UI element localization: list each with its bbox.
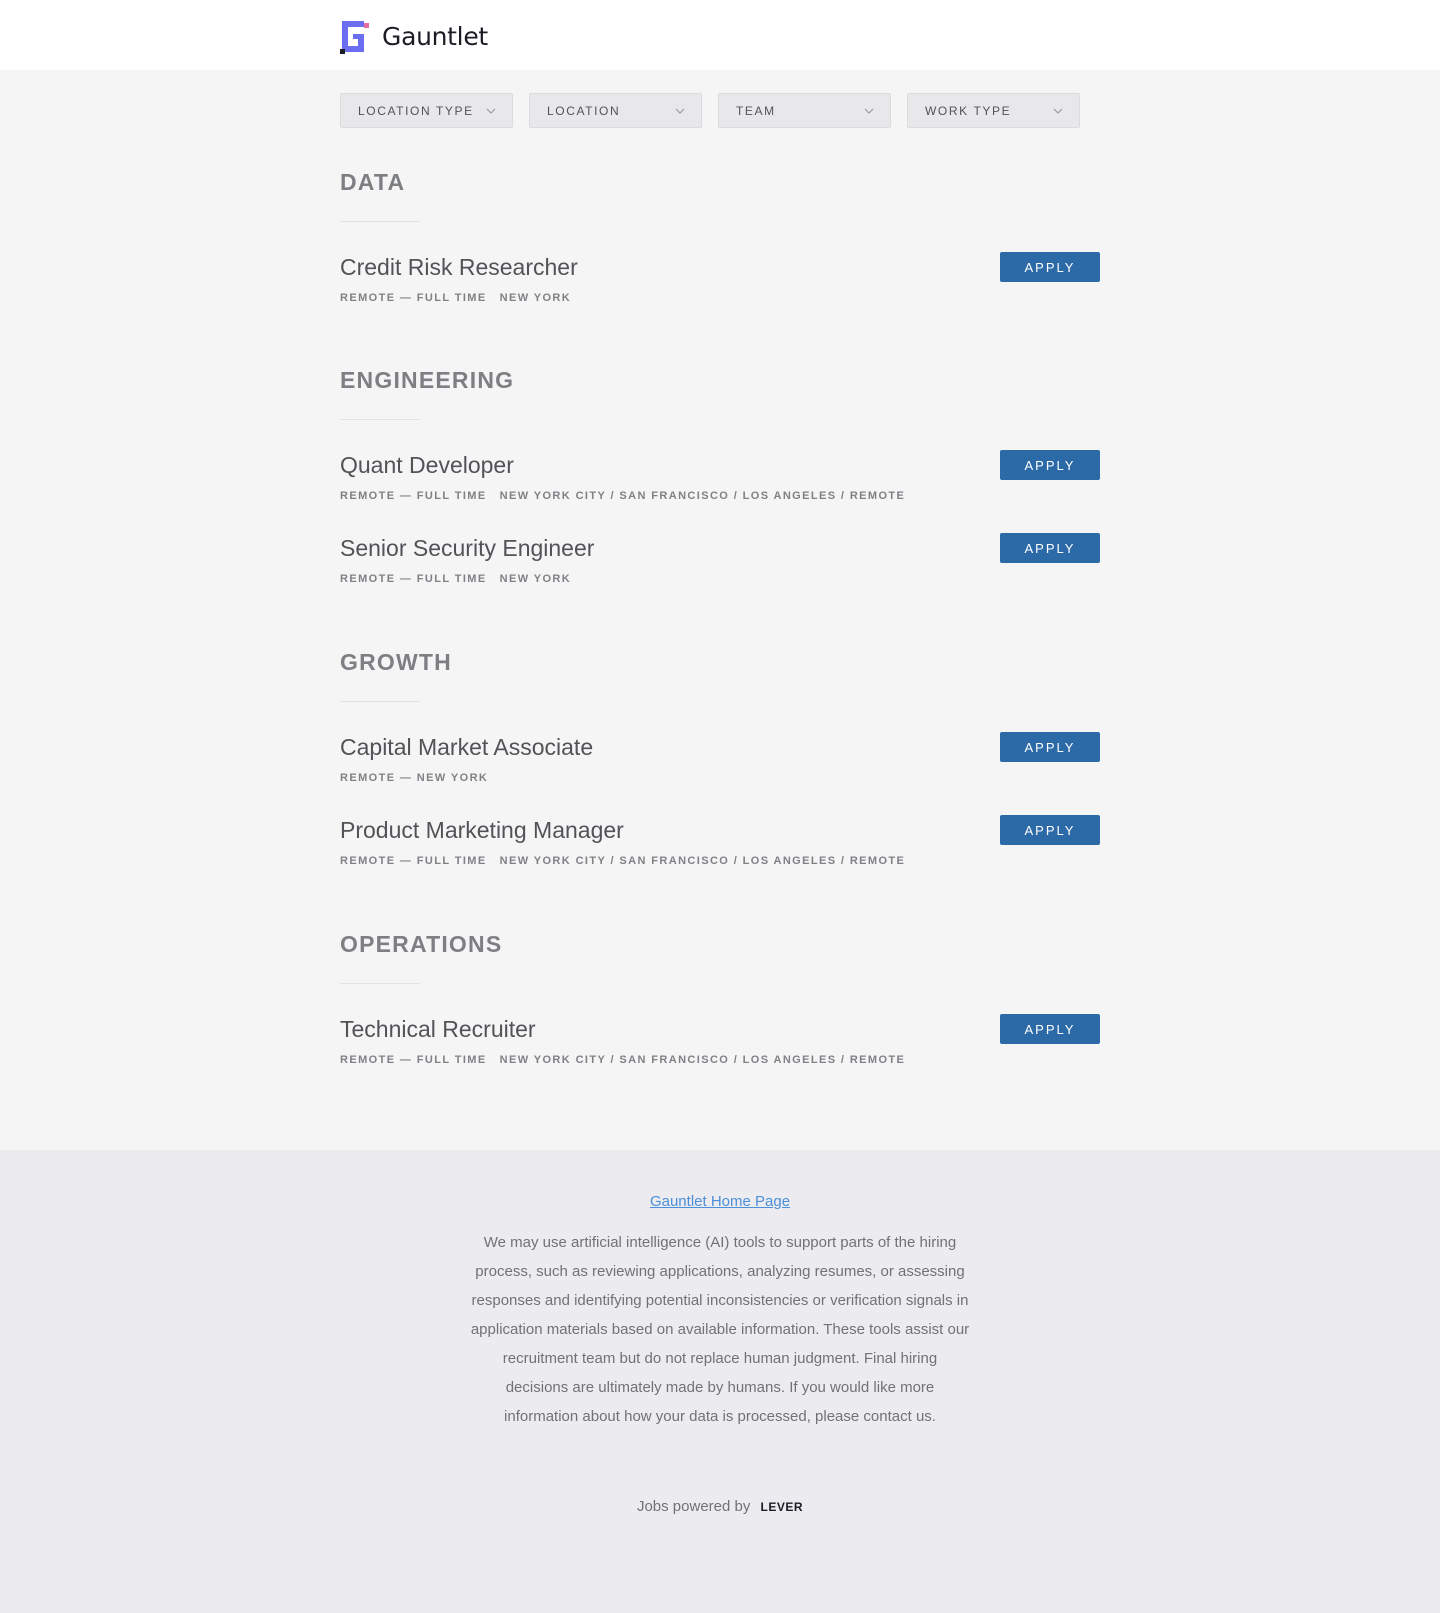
group-divider xyxy=(340,221,420,222)
group-data: DATA Credit Risk Researcher REMOTE — FUL… xyxy=(340,167,1100,367)
filter-location-type[interactable]: LOCATION TYPE xyxy=(340,93,513,128)
posting-meta: REMOTE — FULL TIME NEW YORK CITY / SAN FR… xyxy=(340,855,905,867)
group-growth: GROWTH Capital Market Associate REMOTE —… xyxy=(340,647,1100,927)
posting-technical-recruiter: Technical Recruiter REMOTE — FULL TIME NE… xyxy=(340,1014,1100,1074)
filter-work-type[interactable]: WORK TYPE xyxy=(907,93,1080,128)
job-listings: LOCATION TYPE LOCATION TEAM WORK TYPE DA… xyxy=(0,70,1440,1150)
chevron-down-icon xyxy=(675,108,685,114)
brand-logo[interactable]: Gauntlet xyxy=(340,18,488,54)
brand-name: Gauntlet xyxy=(382,21,488,51)
filter-team[interactable]: TEAM xyxy=(718,93,891,128)
powered-by-text: Jobs powered by xyxy=(636,1498,751,1515)
posting-work-type: REMOTE — FULL TIME xyxy=(340,855,487,867)
group-title: DATA xyxy=(340,169,406,195)
posting-title-link[interactable]: Quant Developer xyxy=(340,450,1100,480)
apply-button[interactable]: APPLY xyxy=(1000,533,1100,563)
powered-by: Jobs powered by LEVER xyxy=(0,1498,1440,1515)
posting-title-link[interactable]: Credit Risk Researcher xyxy=(340,252,1100,282)
group-divider xyxy=(340,419,420,420)
filter-label: LOCATION TYPE xyxy=(358,103,474,118)
group-divider xyxy=(340,983,420,984)
posting-location: NEW YORK xyxy=(499,573,572,585)
filter-label: LOCATION xyxy=(547,103,621,118)
posting-title-link[interactable]: Product Marketing Manager xyxy=(340,815,1100,845)
posting-work-type: REMOTE — FULL TIME xyxy=(340,292,487,304)
chevron-down-icon xyxy=(486,108,496,114)
apply-button[interactable]: APPLY xyxy=(1000,815,1100,845)
posting-work-type: REMOTE — FULL TIME xyxy=(340,490,487,502)
posting-product-marketing-manager: Product Marketing Manager REMOTE — FULL … xyxy=(340,815,1100,875)
filter-label: TEAM xyxy=(736,103,776,118)
apply-button[interactable]: APPLY xyxy=(1000,450,1100,480)
posting-location: NEW YORK CITY / SAN FRANCISCO / LOS ANGE… xyxy=(499,855,906,867)
apply-button[interactable]: APPLY xyxy=(1000,1014,1100,1044)
posting-title-link[interactable]: Capital Market Associate xyxy=(340,732,1100,762)
posting-meta: REMOTE — FULL TIME NEW YORK CITY / SAN FR… xyxy=(340,1054,905,1066)
ai-notice-text: We may use artificial intelligence (AI) … xyxy=(470,1234,970,1425)
posting-meta: REMOTE — FULL TIME NEW YORK xyxy=(340,292,571,304)
posting-location: NEW YORK CITY / SAN FRANCISCO / LOS ANGE… xyxy=(499,490,906,502)
posting-senior-security-engineer: Senior Security Engineer REMOTE — FULL T… xyxy=(340,533,1100,593)
chevron-down-icon xyxy=(1053,108,1063,114)
chevron-down-icon xyxy=(864,108,874,114)
site-footer: Gauntlet Home Page We may use artificial… xyxy=(0,1150,1440,1613)
group-operations: OPERATIONS Technical Recruiter REMOTE — … xyxy=(340,929,1100,1129)
posting-work-type: REMOTE — FULL TIME xyxy=(340,1054,487,1066)
posting-location: NEW YORK xyxy=(499,292,572,304)
filter-location[interactable]: LOCATION xyxy=(529,93,702,128)
posting-work-type: REMOTE — FULL TIME xyxy=(340,573,487,585)
apply-button[interactable]: APPLY xyxy=(1000,252,1100,282)
group-title: OPERATIONS xyxy=(340,931,503,957)
filter-bar: LOCATION TYPE LOCATION TEAM WORK TYPE xyxy=(340,93,1080,128)
posting-meta: REMOTE — NEW YORK xyxy=(340,772,488,784)
home-page-link[interactable]: Gauntlet Home Page xyxy=(0,1193,1440,1210)
posting-meta: REMOTE — FULL TIME NEW YORK CITY / SAN FR… xyxy=(340,490,905,502)
posting-location: NEW YORK CITY / SAN FRANCISCO / LOS ANGE… xyxy=(499,1054,906,1066)
posting-title-link[interactable]: Technical Recruiter xyxy=(340,1014,1100,1044)
posting-work-type: REMOTE — NEW YORK xyxy=(340,772,489,784)
posting-credit-risk-researcher: Credit Risk Researcher REMOTE — FULL TIM… xyxy=(340,252,1100,312)
filter-label: WORK TYPE xyxy=(925,103,1012,118)
group-engineering: ENGINEERING Quant Developer REMOTE — FUL… xyxy=(340,365,1100,645)
group-title: GROWTH xyxy=(340,649,452,675)
posting-quant-developer: Quant Developer REMOTE — FULL TIME NEW YO… xyxy=(340,450,1100,510)
site-header: Gauntlet xyxy=(0,0,1440,70)
posting-meta: REMOTE — FULL TIME NEW YORK xyxy=(340,573,571,585)
gauntlet-logo-icon xyxy=(340,20,369,54)
posting-title-link[interactable]: Senior Security Engineer xyxy=(340,533,1100,563)
posting-capital-market-associate: Capital Market Associate REMOTE — NEW YO… xyxy=(340,732,1100,792)
apply-button[interactable]: APPLY xyxy=(1000,732,1100,762)
lever-logo-link[interactable]: LEVER xyxy=(761,1500,804,1514)
group-title: ENGINEERING xyxy=(340,367,515,393)
group-divider xyxy=(340,701,420,702)
